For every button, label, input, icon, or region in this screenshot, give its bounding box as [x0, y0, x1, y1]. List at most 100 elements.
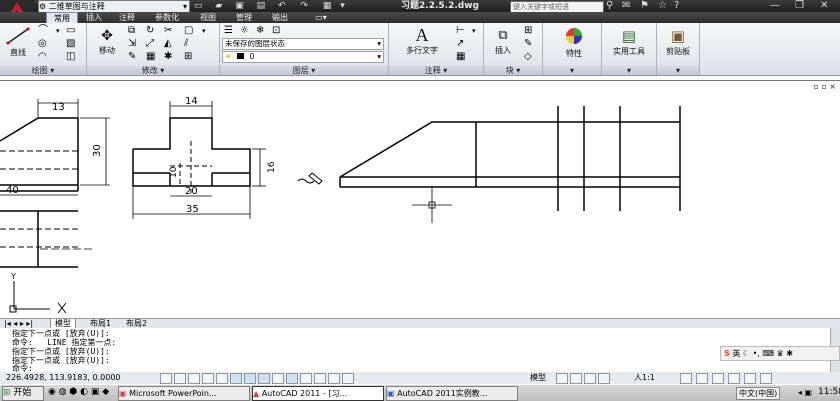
tab-manage[interactable]: 管理	[230, 12, 258, 23]
scale-icon[interactable]: ⤢	[146, 39, 154, 49]
polar-toggle[interactable]	[216, 373, 228, 384]
layer-select[interactable]: ☀ 0 ▾	[222, 51, 384, 63]
tab-annotate[interactable]: 注释	[113, 12, 141, 23]
subscription-icon[interactable]: ✉	[622, 0, 630, 12]
mirror-icon[interactable]: ◭	[164, 39, 172, 49]
infer-constraints-toggle[interactable]	[160, 373, 172, 384]
light-bulb-icon[interactable]: ☼	[240, 26, 249, 36]
annotation-panel-label[interactable]: 注释 ▾	[389, 66, 483, 75]
favorites-icon[interactable]: ☆	[658, 0, 667, 12]
selection-cycling-toggle[interactable]	[342, 373, 354, 384]
line-button[interactable]: 直线	[4, 27, 32, 58]
move-button[interactable]: ✥ 移动	[92, 27, 122, 56]
qa-dropdown-icon[interactable]: ▾	[340, 1, 345, 11]
minimize-icon[interactable]: —	[770, 0, 780, 12]
taskbar-item-powerpoint[interactable]: ▣ Microsoft PowerPoin...	[118, 386, 250, 401]
osnap-toggle[interactable]	[230, 373, 242, 384]
3d-osnap-toggle[interactable]	[244, 373, 256, 384]
trim-icon[interactable]: ✂	[164, 26, 172, 36]
undo-icon[interactable]: ↶	[278, 1, 286, 11]
help-icon[interactable]: ?	[674, 0, 679, 12]
explode-icon[interactable]: ✱	[164, 52, 172, 62]
create-block-icon[interactable]: ⊞	[524, 26, 532, 36]
polyline-icon[interactable]: ⌒	[38, 26, 48, 36]
hatch-icon[interactable]: ▧	[66, 39, 75, 49]
viewport-close-icon[interactable]: ×	[829, 82, 836, 91]
lock-ui-icon[interactable]	[712, 373, 724, 384]
layer-state-select[interactable]: 未保存的图层状态 ▾	[222, 38, 384, 50]
properties-dropdown[interactable]: ▾	[543, 66, 601, 75]
zoom-icon[interactable]	[598, 373, 610, 384]
drawing-canvas[interactable]: 13 30 40 Y 14 10 20 35 16	[0, 80, 840, 321]
stretch-icon[interactable]: ⇲	[128, 39, 136, 49]
arc-icon[interactable]: ◠	[38, 52, 47, 62]
tab-view[interactable]: 视图	[194, 12, 222, 23]
dyn-toggle[interactable]	[286, 373, 298, 384]
layers-panel-label[interactable]: 图层 ▾	[220, 66, 388, 75]
hardware-acceleration-icon[interactable]	[728, 373, 740, 384]
language-indicator[interactable]: 中文(中国)	[736, 387, 781, 400]
quick-view-drawings-icon[interactable]	[570, 373, 582, 384]
mtext-button[interactable]: A 多行文字	[400, 25, 444, 56]
clipboard-button[interactable]: ▣ 剪贴板	[658, 26, 698, 57]
viewport-minimize-icon[interactable]: ▫	[813, 82, 818, 91]
ime-toolbar[interactable]: S 英 ☾ •, ⌨ ♛ ✱	[720, 346, 840, 361]
circle-icon[interactable]: ◎	[38, 39, 47, 49]
draw-panel-label[interactable]: 绘图 ▾	[0, 66, 86, 75]
modify-dropdown-icon[interactable]: ▾	[202, 26, 206, 36]
save-as-icon[interactable]: ▤	[257, 1, 266, 11]
layer-properties-icon[interactable]: ☰	[224, 26, 233, 36]
gradient-icon[interactable]: ◫	[66, 52, 75, 62]
join-icon[interactable]: ⊞	[184, 52, 192, 62]
new-file-icon[interactable]: ▭	[194, 1, 203, 11]
binoculars-icon[interactable]: ⚲	[606, 0, 613, 12]
annotation-scale[interactable]: 人1:1	[634, 372, 655, 384]
tab-insert[interactable]: 插入	[80, 12, 108, 23]
grid-toggle[interactable]	[188, 373, 200, 384]
otrack-toggle[interactable]	[258, 373, 270, 384]
pan-icon[interactable]	[584, 373, 596, 384]
quick-launch-icons[interactable]: ◉ ◍ ⬢ ◐ ▣ ◆	[48, 387, 109, 397]
fillet-icon[interactable]: ▢	[184, 26, 193, 36]
utilities-dropdown[interactable]: ▾	[602, 66, 656, 75]
close-icon[interactable]: ✕	[820, 0, 828, 12]
utilities-button[interactable]: ▤ 实用工具	[604, 26, 654, 57]
command-window[interactable]: 指定下一点或 [放弃(U)]: 命令: LINE 指定第一点: 指定下一点或 […	[0, 328, 840, 373]
taskbar-item-autocad-doc[interactable]: ▣ AutoCAD 2011实例教...	[386, 386, 518, 401]
redo-icon[interactable]: ↷	[300, 1, 308, 11]
tab-output[interactable]: 输出	[266, 12, 294, 23]
properties-button[interactable]: 特性	[552, 26, 596, 59]
quick-properties-toggle[interactable]	[328, 373, 340, 384]
offset-icon[interactable]: ⫽	[184, 39, 188, 49]
linear-dimension-icon[interactable]: ⊢	[456, 26, 465, 36]
tab-parametric[interactable]: 参数化	[148, 12, 186, 23]
open-folder-icon[interactable]: ▰	[215, 1, 222, 11]
clipboard-dropdown[interactable]: ▾	[657, 66, 699, 75]
transparency-toggle[interactable]	[314, 373, 326, 384]
model-space-label[interactable]: 模型	[530, 372, 546, 384]
viewport-restore-icon[interactable]: ▫	[821, 82, 826, 91]
rectangle-icon[interactable]: ▭	[66, 26, 75, 36]
dim-dropdown-icon[interactable]: ▾	[472, 26, 476, 36]
communication-icon[interactable]: ⚑	[640, 0, 649, 12]
isolate-objects-icon[interactable]	[744, 373, 756, 384]
attribute-icon[interactable]: ◇	[524, 52, 532, 62]
snap-toggle[interactable]	[174, 373, 186, 384]
freeze-icon[interactable]: ❄	[256, 26, 264, 36]
ribbon-toggle-icon[interactable]: ▭▾	[313, 12, 329, 23]
lock-icon[interactable]: ⊡	[272, 26, 280, 36]
table-icon[interactable]: ▦	[456, 52, 465, 62]
start-button[interactable]: ⊞ 开始	[2, 386, 44, 401]
edit-block-icon[interactable]: ✎	[524, 39, 532, 49]
copy-icon[interactable]: ⧉	[128, 26, 135, 36]
ortho-toggle[interactable]	[202, 373, 214, 384]
leader-icon[interactable]: ↗	[456, 39, 464, 49]
insert-block-button[interactable]: ⧉ 插入	[488, 27, 518, 56]
workspace-switching-icon[interactable]	[696, 373, 708, 384]
rotate-icon[interactable]: ↻	[146, 26, 154, 36]
quick-view-layouts-icon[interactable]	[556, 373, 568, 384]
modify-panel-label[interactable]: 修改 ▾	[87, 66, 219, 75]
array-icon[interactable]: ▦	[146, 52, 155, 62]
save-icon[interactable]: ▣	[235, 1, 244, 11]
draw-dropdown-icon[interactable]: ▾	[56, 26, 60, 36]
